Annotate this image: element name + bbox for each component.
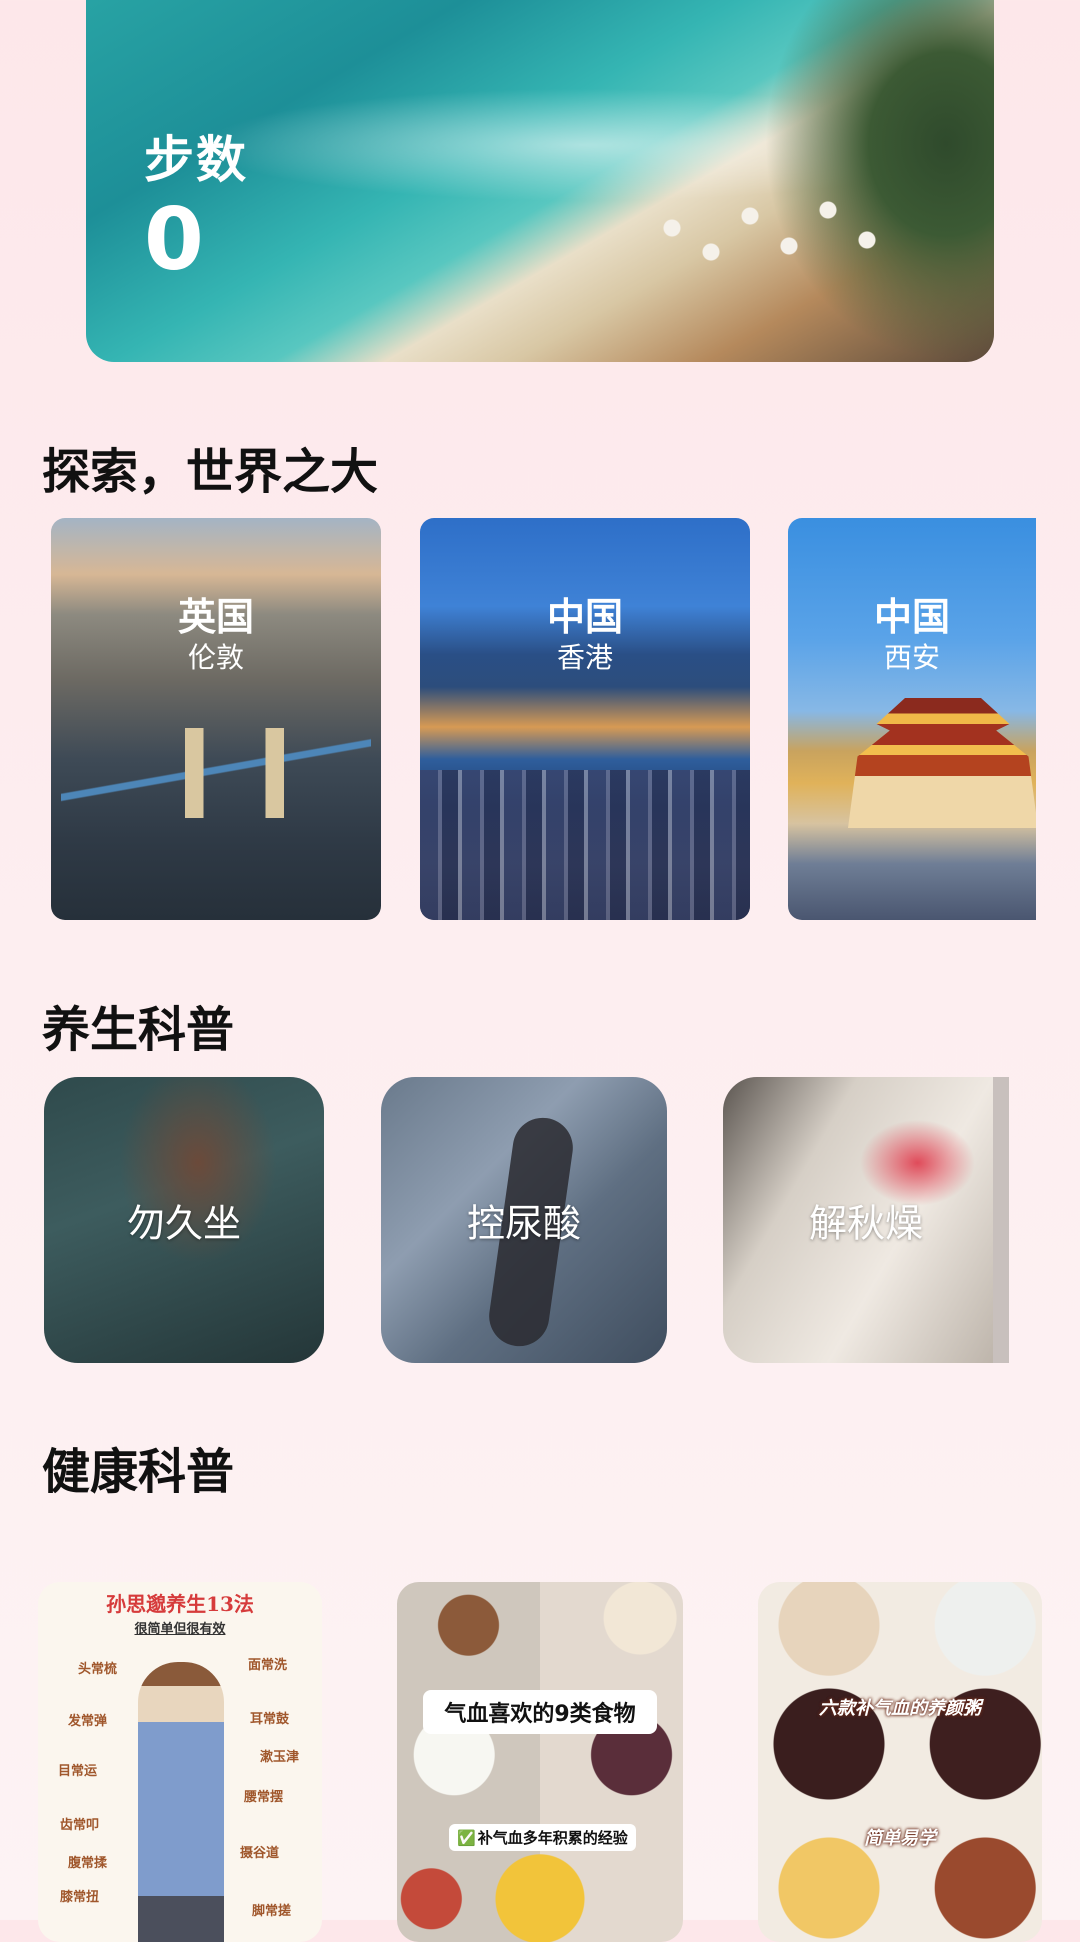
explore-carousel[interactable]: 英国 伦敦 中国 香港 中国 西安 (0, 518, 1036, 922)
city-card-city: 香港 (556, 641, 613, 674)
check-icon: ✅ (457, 1829, 476, 1847)
method-term: 摄谷道 (240, 1846, 280, 1861)
method-term: 耳常鼓 (250, 1712, 290, 1727)
method-term: 漱玉津 (260, 1750, 300, 1765)
health-card-subtitle: 很简单但很有效 (134, 1622, 226, 1637)
wellness-card-sitting[interactable]: 勿久坐 (44, 1077, 324, 1363)
health-card-overlay-title: 六款补气血的养颜粥 (819, 1698, 981, 1719)
method-term: 膝常扭 (60, 1890, 100, 1905)
wellness-section-title: 养生科普 (42, 1002, 235, 1058)
wellness-card-label: 解秋燥 (808, 1201, 923, 1246)
health-card-tag: ✅ 补气血多年积累的经验 (449, 1824, 636, 1851)
city-card-country: 中国 (546, 595, 623, 639)
city-card-country: 中国 (873, 595, 950, 639)
step-count-label: 步数 (144, 131, 248, 189)
beach-umbrellas-image (646, 180, 906, 300)
health-card-blood-foods[interactable]: 气血喜欢的9类食物 ✅ 补气血多年积累的经验 (397, 1582, 683, 1942)
health-section-title: 健康科普 (42, 1444, 235, 1500)
tower-bridge-image (61, 728, 371, 818)
wellness-card-label: 控尿酸 (466, 1201, 581, 1246)
wellness-card-uric-acid[interactable]: 控尿酸 (381, 1077, 667, 1363)
sage-figure-image (138, 1662, 224, 1942)
city-card-city: 伦敦 (187, 641, 244, 674)
method-term: 脚常搓 (252, 1904, 292, 1919)
health-card-13-methods[interactable]: 孙思邈养生13法 很简单但很有效 头常梳 面常洗 发常弹 耳常鼓 目常运 漱玉津… (38, 1582, 322, 1942)
method-term: 发常弹 (68, 1714, 108, 1729)
method-term: 腹常揉 (68, 1856, 108, 1871)
city-card-country: 英国 (177, 595, 254, 639)
health-card-tag-text: 补气血多年积累的经验 (477, 1829, 628, 1847)
skyline-image (420, 770, 750, 920)
method-term: 头常梳 (78, 1662, 118, 1677)
health-card-banner: 气血喜欢的9类食物 (423, 1690, 657, 1734)
step-count-value: 0 (144, 190, 204, 290)
bell-tower-image (848, 698, 1036, 828)
method-term: 齿常叩 (60, 1818, 100, 1833)
wellness-card-autumn-dryness[interactable]: 解秋燥 (723, 1077, 1009, 1363)
city-card-city: 西安 (883, 641, 940, 674)
city-card-hongkong[interactable]: 中国 香港 (420, 518, 750, 920)
health-card-porridge[interactable]: 六款补气血的养颜粥 简单易学 (758, 1582, 1042, 1942)
method-term: 腰常摆 (244, 1790, 284, 1805)
city-card-xian[interactable]: 中国 西安 (788, 518, 1036, 920)
health-card-overlay-subtitle: 简单易学 (864, 1828, 936, 1849)
step-count-banner[interactable]: 步数 0 (86, 0, 994, 362)
city-card-london[interactable]: 英国 伦敦 (51, 518, 381, 920)
health-card-title: 孙思邈养生13法 (106, 1592, 254, 1616)
food-collage-image (397, 1582, 683, 1942)
wellness-card-label: 勿久坐 (126, 1201, 241, 1246)
method-term: 面常洗 (248, 1658, 288, 1673)
method-term: 目常运 (58, 1764, 98, 1779)
explore-section-title: 探索，世界之大 (42, 444, 379, 500)
